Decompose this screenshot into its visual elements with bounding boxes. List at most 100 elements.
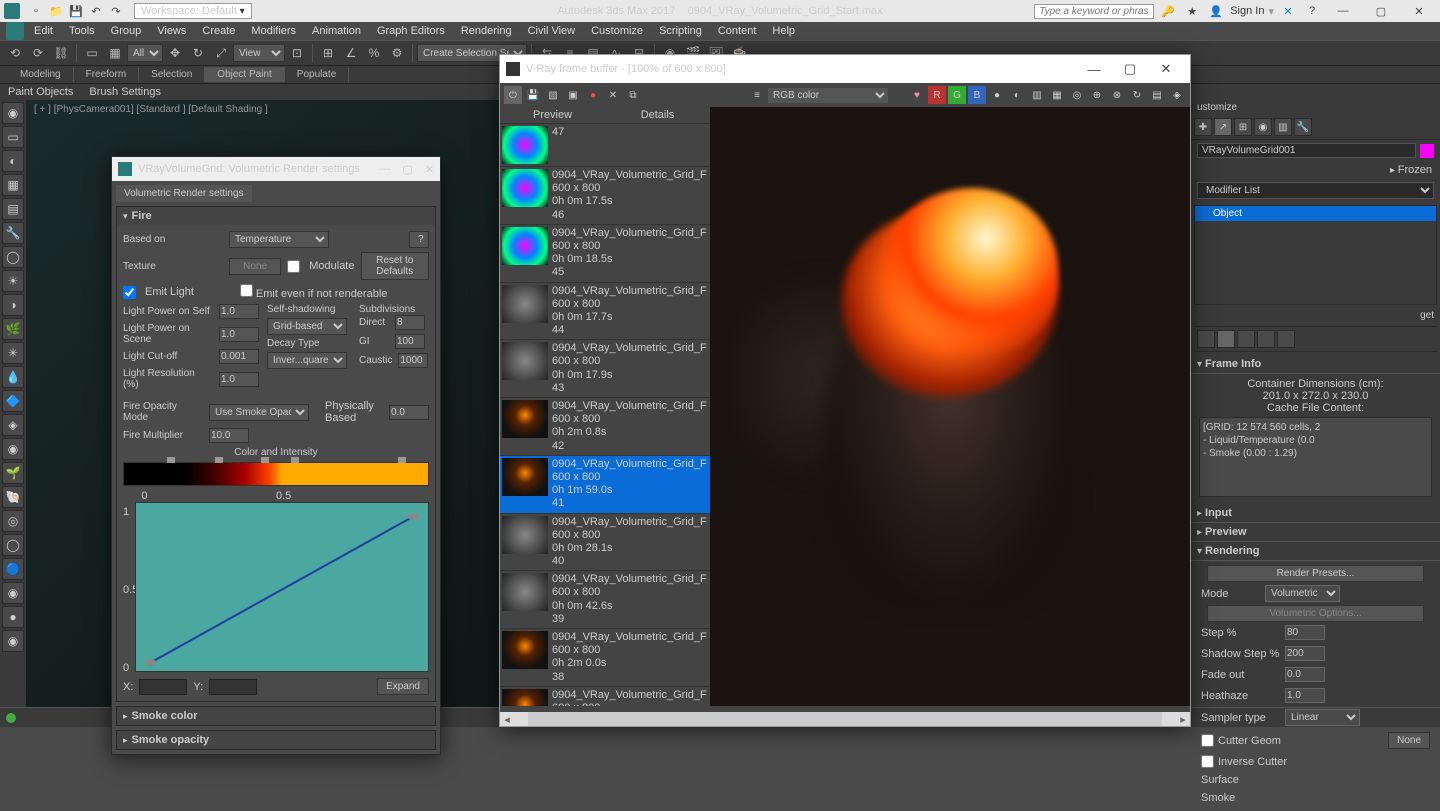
remove-mod-icon[interactable] — [1257, 330, 1275, 348]
fb-g-icon[interactable]: G — [948, 86, 966, 104]
fb-tool4-icon[interactable]: ▤ — [1148, 86, 1166, 104]
fb-saveall-icon[interactable]: ▧ — [544, 86, 562, 104]
filter-dropdown[interactable]: All — [127, 44, 163, 62]
modifier-stack[interactable]: Object — [1194, 205, 1437, 305]
motion-tab-icon[interactable]: ◉ — [1254, 118, 1272, 136]
step-field[interactable] — [1285, 625, 1325, 640]
fb-heart-icon[interactable]: ♥ — [908, 86, 926, 104]
unlink-icon[interactable]: ⟳ — [27, 42, 49, 64]
left-tool-2[interactable]: ◐ — [2, 150, 24, 172]
inverse-cutter-check[interactable] — [1201, 755, 1214, 768]
menu-create[interactable]: Create — [194, 23, 243, 39]
fb-clear-icon[interactable]: ✕ — [604, 86, 622, 104]
tab-populate[interactable]: Populate — [285, 67, 349, 82]
hierarchy-tab-icon[interactable]: ⊞ — [1234, 118, 1252, 136]
left-tool-14[interactable]: ◉ — [2, 438, 24, 460]
menu-help[interactable]: Help — [764, 23, 803, 39]
tab-modeling[interactable]: Modeling — [8, 67, 74, 82]
minimize-button[interactable]: — — [1326, 0, 1360, 22]
left-tool-9[interactable]: 🌿 — [2, 318, 24, 340]
snap-icon[interactable]: ⊞ — [317, 42, 339, 64]
fb-channel-select[interactable]: RGB color — [768, 88, 888, 103]
menu-views[interactable]: Views — [149, 23, 194, 39]
maximize-button[interactable]: ▢ — [1364, 0, 1398, 22]
fb-r-icon[interactable]: R — [928, 86, 946, 104]
fb-tool3-icon[interactable]: ↻ — [1128, 86, 1146, 104]
left-tool-11[interactable]: 💧 — [2, 366, 24, 388]
fb-close-button[interactable]: ✕ — [1148, 55, 1184, 83]
history-item[interactable]: 0904_VRay_Volumetric_Grid_F600 x 8000h 1… — [500, 456, 710, 514]
save-icon[interactable]: 💾 — [67, 2, 85, 20]
lp-self-field[interactable] — [219, 304, 259, 319]
scale-icon[interactable]: ⤢ — [210, 42, 232, 64]
subtab-paint[interactable]: Paint Objects — [8, 86, 73, 98]
open-icon[interactable]: 📁 — [47, 2, 65, 20]
fb-mono-icon[interactable]: ◐ — [1008, 86, 1026, 104]
search-input[interactable] — [1034, 4, 1154, 19]
cutoff-field[interactable] — [219, 349, 259, 364]
dlg-close-button[interactable]: ✕ — [425, 163, 434, 176]
gi-field[interactable] — [395, 334, 425, 349]
phys-field[interactable] — [389, 405, 429, 420]
user-icon[interactable]: 👤 — [1207, 2, 1225, 20]
left-tool-16[interactable]: 🐚 — [2, 486, 24, 508]
left-tool-5[interactable]: 🔧 — [2, 222, 24, 244]
viewport-label[interactable]: [ + ] [PhysCamera001] [Standard ] [Defau… — [34, 104, 268, 115]
dlg-min-button[interactable]: — — [379, 163, 390, 176]
dlg-max-button[interactable]: ▢ — [402, 163, 412, 176]
preview-rollout[interactable]: Preview — [1191, 523, 1440, 542]
left-tool-8[interactable]: ◑ — [2, 294, 24, 316]
mult-field[interactable] — [209, 428, 249, 443]
menu-modifiers[interactable]: Modifiers — [243, 23, 304, 39]
fb-copy-icon[interactable]: ▣ — [564, 86, 582, 104]
menu-content[interactable]: Content — [710, 23, 765, 39]
menu-rendering[interactable]: Rendering — [453, 23, 520, 39]
new-icon[interactable]: ▫ — [27, 2, 45, 20]
fire-rollout-header[interactable]: Fire — [117, 207, 435, 225]
fb-srgb-icon[interactable]: ▥ — [1028, 86, 1046, 104]
pivot-icon[interactable]: ⊡ — [286, 42, 308, 64]
left-tool-13[interactable]: ◈ — [2, 414, 24, 436]
emit-even-check[interactable] — [240, 284, 253, 297]
fb-render-view[interactable] — [710, 107, 1190, 706]
rotate-icon[interactable]: ↻ — [187, 42, 209, 64]
close-button[interactable]: ✕ — [1402, 0, 1436, 22]
vol-options-button[interactable]: Volumetric Options... — [1207, 605, 1424, 622]
star-icon[interactable]: ★ — [1183, 2, 1201, 20]
spinner-snap-icon[interactable]: ⚙ — [386, 42, 408, 64]
left-tool-21[interactable]: ● — [2, 606, 24, 628]
left-tool-3[interactable]: ▦ — [2, 174, 24, 196]
frame-info-rollout[interactable]: Frame Info — [1191, 355, 1440, 374]
utilities-tab-icon[interactable]: 🔧 — [1294, 118, 1312, 136]
rendering-rollout[interactable]: Rendering — [1191, 542, 1440, 561]
shadow-step-field[interactable] — [1285, 646, 1325, 661]
fb-stop-icon[interactable]: ● — [584, 86, 602, 104]
menu-animation[interactable]: Animation — [304, 23, 369, 39]
input-rollout[interactable]: Input — [1191, 504, 1440, 523]
move-icon[interactable]: ✥ — [164, 42, 186, 64]
expand-button[interactable]: Expand — [377, 678, 429, 695]
fb-titlebar[interactable]: V-Ray frame buffer - [100% of 600 x 800]… — [500, 55, 1190, 83]
link-icon[interactable]: ⟲ — [4, 42, 26, 64]
color-gradient[interactable] — [123, 462, 429, 486]
exchange-icon[interactable]: ✕ — [1279, 2, 1297, 20]
texture-button[interactable]: None — [229, 258, 281, 275]
mode-select[interactable]: Volumetric — [1265, 585, 1340, 602]
cache-content-list[interactable]: [GRID: 12 574 560 cells, 2 - Liquid/Temp… — [1199, 417, 1432, 497]
subtab-brush[interactable]: Brush Settings — [89, 86, 161, 98]
left-tool-17[interactable]: ◎ — [2, 510, 24, 532]
object-name-field[interactable] — [1197, 143, 1416, 158]
percent-snap-icon[interactable]: % — [363, 42, 385, 64]
menu-tools[interactable]: Tools — [61, 23, 103, 39]
menu-scripting[interactable]: Scripting — [651, 23, 710, 39]
menu-customize[interactable]: Customize — [583, 23, 651, 39]
history-item[interactable]: 0904_VRay_Volumetric_Grid_F600 x 8000h 0… — [500, 340, 710, 398]
emit-light-check[interactable] — [123, 286, 136, 299]
intensity-curve[interactable] — [135, 502, 429, 672]
smoke-opacity-rollout[interactable]: Smoke opacity — [117, 731, 435, 749]
fb-tool1-icon[interactable]: ⊕ — [1088, 86, 1106, 104]
select-rect-icon[interactable]: ▦ — [104, 42, 126, 64]
sign-in-link[interactable]: Sign In — [1230, 5, 1264, 17]
pin-stack-icon[interactable] — [1197, 330, 1215, 348]
decay-select[interactable]: Inver...quare — [267, 352, 347, 369]
